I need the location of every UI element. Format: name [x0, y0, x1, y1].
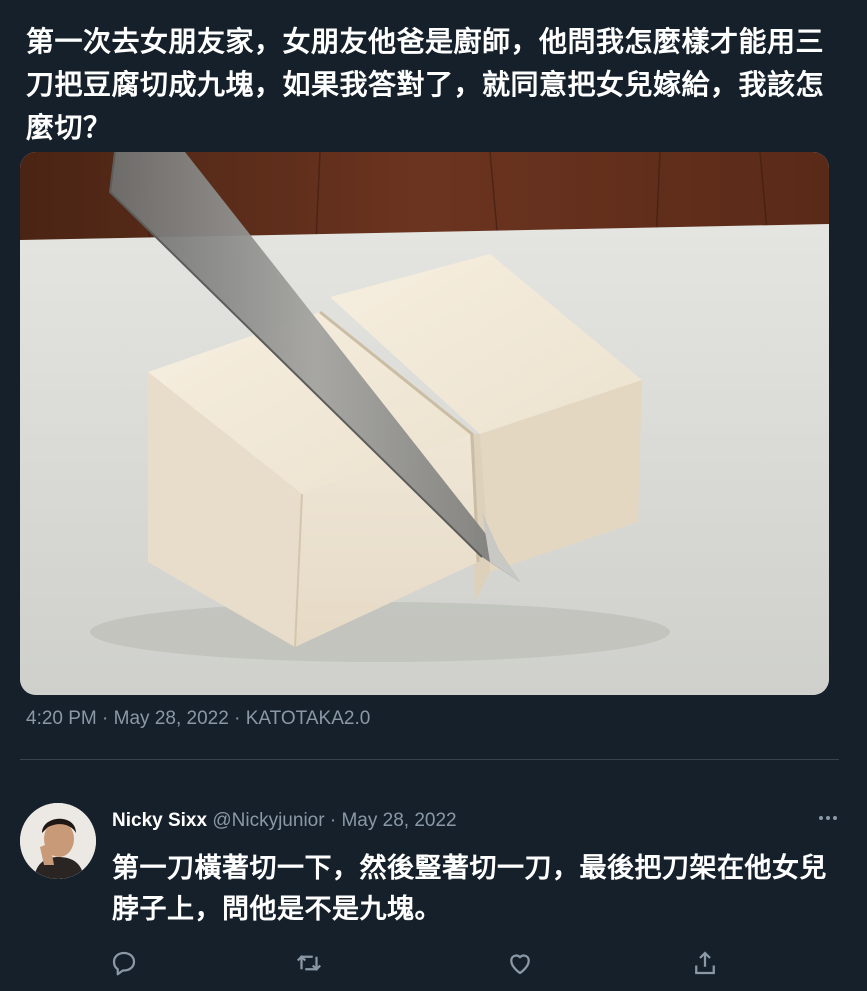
tweet-date[interactable]: May 28, 2022	[114, 708, 229, 729]
reply-date[interactable]: May 28, 2022	[341, 810, 456, 831]
reply-author-handle[interactable]: @Nickyjunior	[212, 810, 324, 831]
reply-author-name[interactable]: Nicky Sixx	[112, 810, 207, 831]
retweet-button[interactable]	[294, 948, 324, 978]
tweet-photo[interactable]	[20, 152, 829, 695]
tofu-knife-image	[20, 152, 829, 695]
reply-icon	[112, 951, 136, 976]
reply-text: 第一刀橫著切一下，然後豎著切一刀，最後把刀架在他女兒脖子上，問他是不是九塊。	[112, 853, 827, 925]
meta-separator: ·	[96, 708, 114, 729]
reply-button[interactable]	[109, 948, 139, 978]
tweet-source[interactable]: KATOTAKA2.0	[246, 708, 371, 729]
avatar[interactable]	[20, 803, 96, 879]
tweet-meta: 4:20 PM · May 28, 2022 · KATOTAKA2.0	[26, 708, 370, 730]
share-button[interactable]	[690, 948, 720, 978]
avatar-photo	[20, 803, 96, 879]
like-button[interactable]	[505, 948, 535, 978]
retweet-icon	[296, 955, 322, 971]
share-icon	[695, 951, 715, 975]
meta-separator: ·	[228, 708, 246, 729]
reply-header: Nicky Sixx @Nickyjunior · May 28, 2022	[112, 810, 457, 832]
tweet-text: 第一次去女朋友家，女朋友他爸是廚師，他問我怎麼樣才能用三刀把豆腐切成九塊，如果我…	[26, 25, 825, 144]
like-icon	[510, 954, 530, 975]
tweet-time[interactable]: 4:20 PM	[26, 708, 97, 729]
reply-separator: ·	[324, 810, 342, 831]
divider	[20, 759, 839, 760]
more-horizontal-icon[interactable]	[816, 806, 840, 830]
